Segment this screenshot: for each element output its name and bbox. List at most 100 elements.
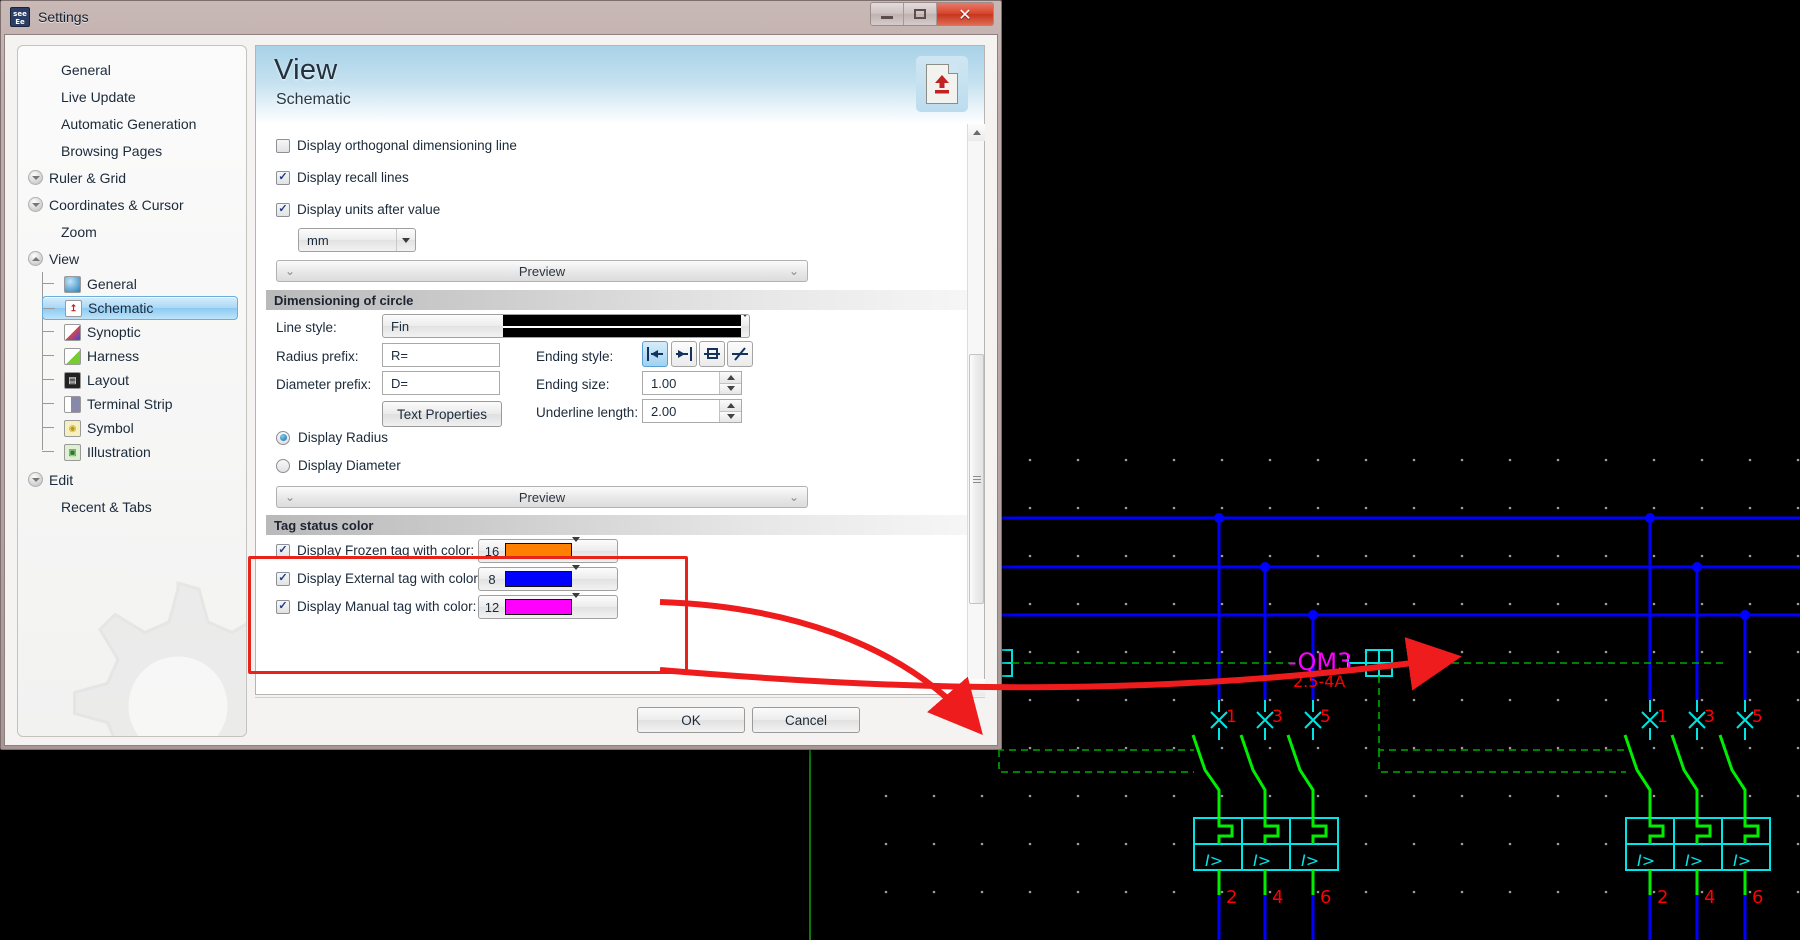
sidebar-item-recent-tabs[interactable]: Recent & Tabs bbox=[18, 493, 246, 520]
sidebar-item-view-synoptic[interactable]: Synoptic bbox=[42, 320, 246, 344]
chevron-down-icon[interactable] bbox=[741, 317, 749, 335]
chevron-down-icon[interactable] bbox=[28, 472, 43, 487]
radio-icon[interactable] bbox=[276, 458, 290, 473]
frozen-color-combo[interactable]: 16 bbox=[478, 539, 618, 563]
checkbox-external-tag[interactable]: Display External tag with color: bbox=[276, 571, 482, 586]
underline-length-stepper[interactable]: 2.00 bbox=[642, 399, 742, 423]
label-underline-length: Underline length: bbox=[536, 405, 639, 420]
window-controls[interactable]: ✕ bbox=[870, 2, 994, 26]
settings-form: Display orthogonal dimensioning line Dis… bbox=[256, 124, 968, 696]
ending-style-arrow-in-button[interactable] bbox=[642, 341, 668, 367]
ending-style-arrow-out-button[interactable] bbox=[671, 341, 697, 367]
sidebar-item-view-symbol[interactable]: ◉ Symbol bbox=[42, 416, 246, 440]
sidebar-item-view-terminal-strip[interactable]: Terminal Strip bbox=[42, 392, 246, 416]
checkbox-recall-lines[interactable]: Display recall lines bbox=[276, 170, 409, 185]
sidebar-item-coordinates-cursor[interactable]: Coordinates & Cursor bbox=[18, 191, 246, 218]
chevron-down-icon[interactable] bbox=[572, 598, 597, 616]
schematic-labels: 5 3 1 6 4 2 -Q1 50A 14x51 gF/5-3 -Q2 2.5… bbox=[877, 489, 1763, 908]
units-combo[interactable]: mm bbox=[298, 228, 416, 252]
stepper-down-button[interactable] bbox=[719, 383, 741, 394]
checkbox-icon[interactable] bbox=[276, 170, 290, 185]
ending-style-square-button[interactable] bbox=[699, 341, 725, 367]
checkbox-units-after-value[interactable]: Display units after value bbox=[276, 202, 440, 217]
nav-list[interactable]: General Live Update Automatic Generation… bbox=[18, 46, 246, 520]
close-icon: ✕ bbox=[958, 4, 972, 24]
scroll-up-button[interactable] bbox=[968, 124, 985, 141]
vertical-scrollbar[interactable] bbox=[967, 124, 985, 696]
chevron-down-icon[interactable] bbox=[28, 170, 43, 185]
stepper-up-button[interactable] bbox=[719, 372, 741, 384]
checkbox-icon[interactable] bbox=[276, 202, 290, 217]
manual-color-combo[interactable]: 12 bbox=[478, 595, 618, 619]
sidebar-item-live-update[interactable]: Live Update bbox=[18, 83, 246, 110]
sidebar-item-view-harness[interactable]: Harness bbox=[42, 344, 246, 368]
sidebar-item-view-general[interactable]: General bbox=[42, 272, 246, 296]
page-subtitle: Schematic bbox=[276, 91, 351, 108]
close-button[interactable]: ✕ bbox=[937, 3, 993, 25]
checkbox-icon[interactable] bbox=[276, 599, 290, 614]
stepper-down-button[interactable] bbox=[719, 411, 741, 422]
sidebar-item-view-schematic[interactable]: ↥ Schematic bbox=[42, 296, 238, 320]
manual-color-number: 12 bbox=[484, 599, 500, 615]
terminal-label: 4 bbox=[1272, 887, 1283, 908]
radio-display-radius[interactable]: Display Radius bbox=[276, 430, 388, 445]
chevron-up-icon[interactable] bbox=[28, 251, 43, 266]
checkbox-frozen-tag[interactable]: Display Frozen tag with color: bbox=[276, 543, 474, 558]
chevron-down-icon[interactable] bbox=[572, 542, 597, 560]
ok-button[interactable]: OK bbox=[637, 707, 745, 733]
title-bar[interactable]: see Ee Settings ✕ bbox=[0, 0, 1002, 34]
layout-icon: ▤ bbox=[64, 371, 81, 389]
maximize-button[interactable] bbox=[904, 3, 937, 25]
sidebar-item-label: General bbox=[87, 276, 137, 292]
sidebar-item-edit[interactable]: Edit bbox=[18, 466, 246, 493]
scrollbar-thumb[interactable] bbox=[969, 354, 984, 604]
document-upload-icon bbox=[916, 56, 968, 112]
diameter-prefix-value: D= bbox=[391, 375, 408, 391]
checkbox-icon[interactable] bbox=[276, 543, 290, 558]
settings-nav-panel[interactable]: General Live Update Automatic Generation… bbox=[17, 45, 247, 737]
overload-glyph: I> bbox=[1685, 851, 1703, 870]
radio-icon[interactable] bbox=[276, 430, 290, 445]
radius-prefix-input[interactable]: R= bbox=[382, 343, 500, 367]
sidebar-item-browsing-pages[interactable]: Browsing Pages bbox=[18, 137, 246, 164]
chevron-down-icon[interactable] bbox=[396, 229, 415, 251]
sidebar-item-ruler-grid[interactable]: Ruler & Grid bbox=[18, 164, 246, 191]
cancel-button[interactable]: Cancel bbox=[752, 707, 860, 733]
sidebar-item-view-illustration[interactable]: ▣ Illustration bbox=[42, 440, 246, 464]
sidebar-item-view-layout[interactable]: ▤ Layout bbox=[42, 368, 246, 392]
external-color-combo[interactable]: 8 bbox=[478, 567, 618, 591]
terminal-icon bbox=[64, 395, 81, 413]
radio-display-diameter[interactable]: Display Diameter bbox=[276, 458, 401, 473]
chevron-down-icon[interactable] bbox=[572, 570, 597, 588]
line-style-combo[interactable]: Fin bbox=[382, 314, 750, 338]
settings-window[interactable]: see Ee Settings ✕ General Live Update Au… bbox=[0, 0, 1002, 750]
sidebar-item-view[interactable]: View bbox=[18, 245, 246, 272]
stepper-up-button[interactable] bbox=[719, 400, 741, 412]
manual-color-swatch bbox=[505, 599, 572, 615]
preview-bar-top[interactable]: ⌄ Preview ⌄ bbox=[276, 260, 808, 282]
sidebar-item-zoom[interactable]: Zoom bbox=[18, 218, 246, 245]
terminal-label: 5 bbox=[1752, 707, 1763, 727]
chevron-down-icon[interactable] bbox=[28, 197, 43, 212]
ending-size-stepper[interactable]: 1.00 bbox=[642, 371, 742, 395]
checkbox-icon[interactable] bbox=[276, 571, 290, 586]
checkbox-manual-tag[interactable]: Display Manual tag with color: bbox=[276, 599, 476, 614]
stepper-buttons[interactable] bbox=[719, 372, 741, 394]
checkbox-orthogonal-dimensioning[interactable]: Display orthogonal dimensioning line bbox=[276, 138, 517, 153]
sidebar-item-automatic-generation[interactable]: Automatic Generation bbox=[18, 110, 246, 137]
stepper-buttons[interactable] bbox=[719, 400, 741, 422]
preview-bar-bottom[interactable]: ⌄ Preview ⌄ bbox=[276, 486, 808, 508]
terminal-label: 3 bbox=[1704, 707, 1715, 727]
ending-style-slash-button[interactable] bbox=[727, 341, 753, 367]
sidebar-item-general[interactable]: General bbox=[18, 56, 246, 83]
checkbox-icon[interactable] bbox=[276, 138, 290, 153]
chevron-down-icon bbox=[972, 685, 981, 690]
diameter-prefix-input[interactable]: D= bbox=[382, 371, 500, 395]
section-header-dimensioning-circle: Dimensioning of circle bbox=[266, 290, 968, 310]
scroll-down-button[interactable] bbox=[968, 679, 985, 696]
rating-qm3: 2.5-4A bbox=[1293, 672, 1345, 691]
terminal-label: 2 bbox=[1226, 887, 1237, 908]
text-properties-button[interactable]: Text Properties bbox=[382, 401, 502, 427]
minimize-button[interactable] bbox=[871, 3, 904, 25]
checkbox-label: Display orthogonal dimensioning line bbox=[297, 138, 517, 153]
